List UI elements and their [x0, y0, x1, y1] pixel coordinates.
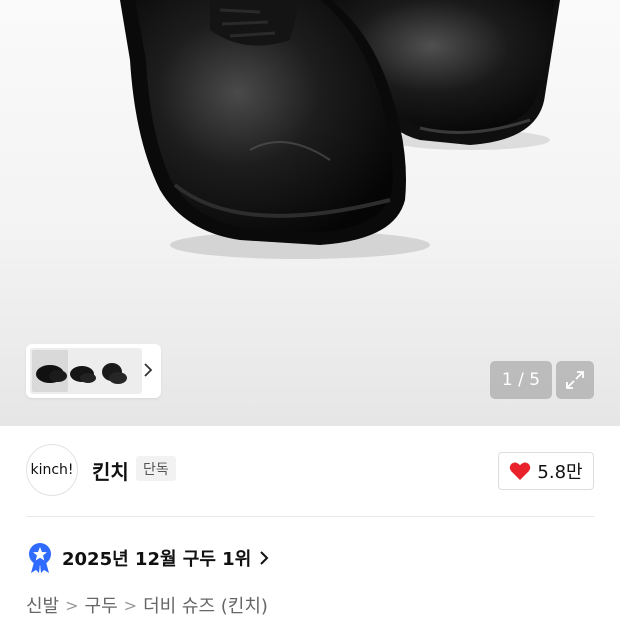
- expand-icon: [566, 371, 584, 389]
- breadcrumb: 신발 > 구두 > 더비 슈즈 (킨치): [26, 592, 268, 618]
- like-button[interactable]: 5.8만: [498, 452, 594, 490]
- expand-button[interactable]: [556, 361, 594, 399]
- breadcrumb-separator: >: [123, 595, 138, 615]
- brand-row: kinch! 킨치 단독 5.8만: [0, 426, 620, 516]
- ranking-text: 2025년 12월 구두 1위: [62, 549, 252, 570]
- breadcrumb-item[interactable]: 더비 슈즈 (킨치): [143, 592, 268, 618]
- ranking-link[interactable]: 2025년 12월 구두 1위: [26, 540, 269, 576]
- brand-logo[interactable]: kinch!: [26, 444, 78, 496]
- chevron-right-icon[interactable]: [143, 362, 153, 378]
- thumbnail-strip[interactable]: [26, 344, 161, 398]
- brand-logo-text: kinch!: [30, 462, 74, 478]
- exclusive-badge: 단독: [136, 456, 176, 481]
- breadcrumb-item[interactable]: 신발: [26, 592, 59, 618]
- brand-name[interactable]: 킨치: [92, 456, 129, 485]
- award-badge-icon: [29, 543, 51, 573]
- chevron-right-icon: [260, 551, 269, 565]
- heart-icon: [510, 462, 531, 480]
- shoe-thumbnails: [30, 348, 142, 394]
- image-counter-text: 1 / 5: [501, 370, 541, 390]
- breadcrumb-item[interactable]: 구두: [85, 592, 118, 618]
- image-counter: 1 / 5: [490, 361, 552, 399]
- breadcrumb-separator: >: [65, 595, 79, 615]
- divider: [26, 516, 594, 517]
- product-image-gallery[interactable]: 1 / 5: [0, 0, 620, 426]
- like-count: 5.8만: [537, 462, 583, 483]
